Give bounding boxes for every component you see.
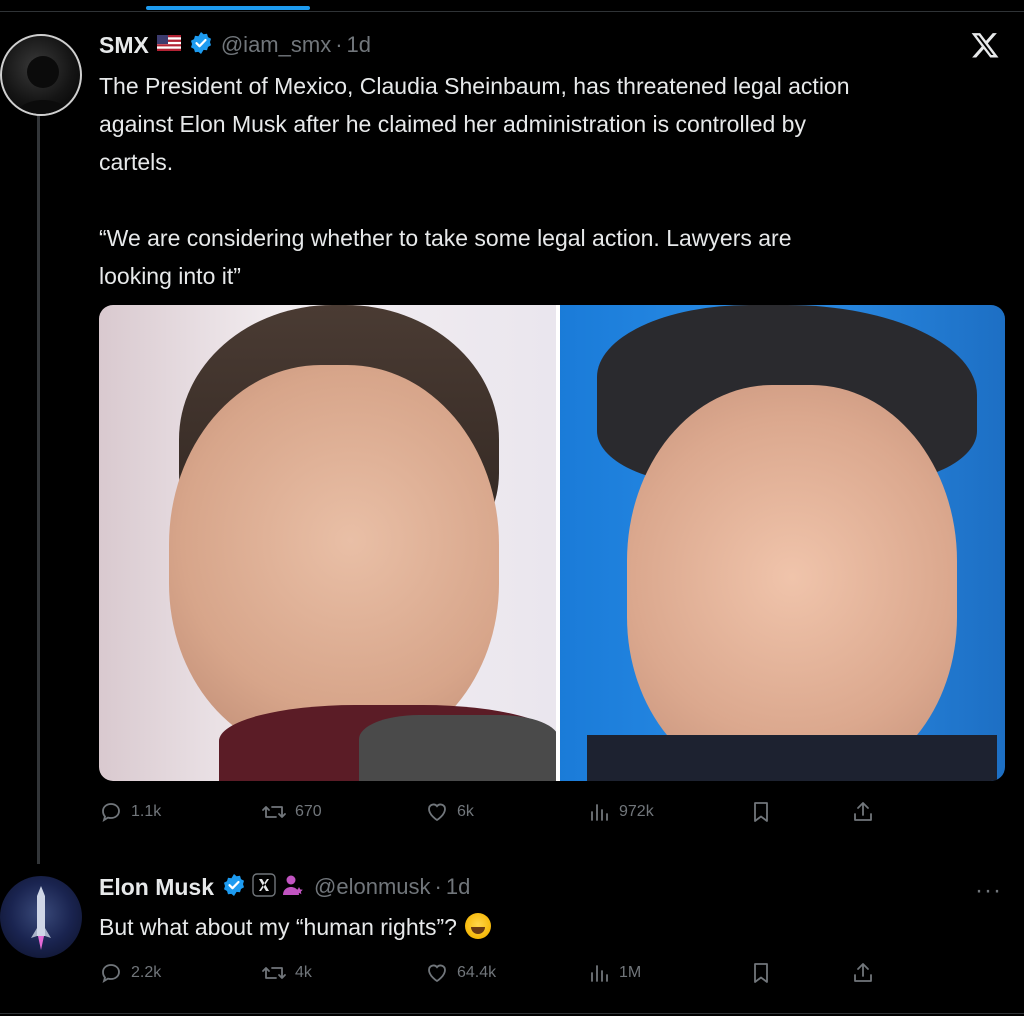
tweet1-header: SMX @iam_smx · 1d bbox=[99, 30, 371, 60]
reply-icon bbox=[102, 964, 120, 983]
like-button[interactable]: 6k bbox=[425, 794, 474, 830]
author-name[interactable]: SMX bbox=[99, 32, 149, 59]
starship-icon bbox=[31, 886, 51, 950]
like-count: 6k bbox=[457, 803, 474, 820]
header-separator: · bbox=[335, 32, 343, 57]
bottom-divider bbox=[0, 1013, 1024, 1014]
share-button[interactable] bbox=[851, 794, 875, 830]
active-tab-indicator bbox=[146, 6, 310, 10]
elon-musk-avatar[interactable] bbox=[0, 876, 82, 958]
thread-connector-line bbox=[37, 112, 40, 864]
verified-badge-icon bbox=[222, 873, 246, 902]
musk-photo bbox=[556, 305, 1005, 781]
views-chart-icon bbox=[591, 965, 608, 982]
share-button[interactable] bbox=[851, 955, 875, 991]
share-icon bbox=[854, 963, 872, 982]
bookmark-icon bbox=[754, 963, 768, 983]
reply-count: 2.2k bbox=[131, 964, 162, 981]
reply-button[interactable]: 1.1k bbox=[99, 794, 161, 830]
tweet2-actions: 2.2k 4k 64.4k 1M bbox=[99, 955, 929, 991]
post-time[interactable]: 1d bbox=[446, 874, 470, 900]
like-count: 64.4k bbox=[457, 964, 497, 981]
repost-count: 670 bbox=[295, 803, 322, 820]
sheinbaum-photo bbox=[99, 305, 559, 781]
repost-icon bbox=[262, 967, 286, 979]
tweet1-actions: 1.1k 670 6k 972k bbox=[99, 794, 929, 830]
repost-icon bbox=[262, 806, 286, 818]
x-affiliate-badge-icon bbox=[252, 872, 276, 902]
like-button[interactable]: 64.4k bbox=[425, 955, 496, 991]
heart-icon bbox=[428, 964, 446, 983]
header-separator: · bbox=[434, 874, 442, 899]
bookmark-button[interactable] bbox=[749, 955, 773, 991]
silhouette-icon bbox=[15, 56, 71, 114]
author-name[interactable]: Elon Musk bbox=[99, 874, 214, 901]
views-button[interactable]: 972k bbox=[587, 794, 654, 830]
reply-icon bbox=[102, 803, 120, 822]
us-flag-icon bbox=[156, 34, 181, 56]
author-handle[interactable]: @iam_smx bbox=[221, 32, 331, 58]
government-affiliate-icon bbox=[282, 873, 304, 902]
x-logo-icon bbox=[970, 30, 1006, 66]
heart-icon bbox=[428, 803, 446, 822]
top-divider bbox=[0, 11, 1024, 12]
share-icon bbox=[854, 802, 872, 821]
author-handle[interactable]: @elonmusk bbox=[314, 874, 431, 900]
smx-avatar[interactable] bbox=[0, 34, 82, 116]
repost-button[interactable]: 670 bbox=[261, 794, 322, 830]
views-count: 1M bbox=[619, 964, 642, 981]
post-time[interactable]: 1d bbox=[347, 32, 371, 58]
tweet1-media-image[interactable] bbox=[99, 305, 1005, 781]
repost-button[interactable]: 4k bbox=[261, 955, 312, 991]
bookmark-icon bbox=[754, 802, 768, 822]
verified-badge-icon bbox=[189, 31, 213, 60]
repost-count: 4k bbox=[295, 964, 312, 981]
tweet1-text: The President of Mexico, Claudia Sheinba… bbox=[99, 73, 850, 289]
views-button[interactable]: 1M bbox=[587, 955, 641, 991]
tweet2-text-wrapper: But what about my “human rights”? bbox=[99, 908, 959, 946]
tweet2-text: But what about my “human rights”? bbox=[99, 914, 457, 940]
tweet2-header: Elon Musk @elonmusk · 1d bbox=[99, 872, 470, 902]
laughing-emoji-icon bbox=[464, 913, 491, 939]
views-chart-icon bbox=[591, 804, 608, 821]
reply-count: 1.1k bbox=[131, 803, 162, 820]
views-count: 972k bbox=[619, 803, 654, 820]
image-split-divider bbox=[555, 305, 560, 781]
reply-button[interactable]: 2.2k bbox=[99, 955, 161, 991]
bookmark-button[interactable] bbox=[749, 794, 773, 830]
more-options-icon[interactable]: ··· bbox=[975, 877, 1002, 905]
